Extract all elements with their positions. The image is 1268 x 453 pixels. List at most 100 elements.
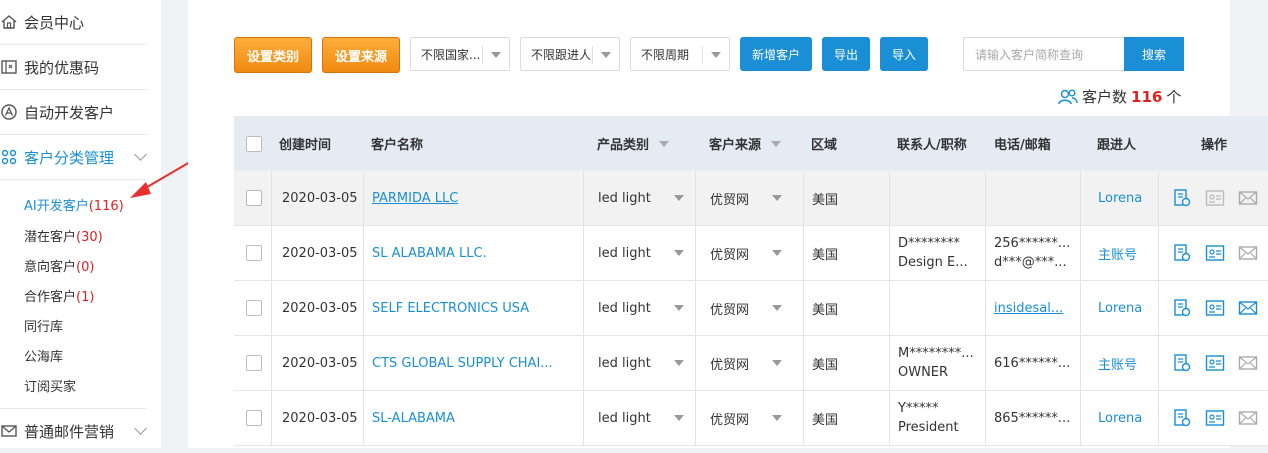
follower-select[interactable]: 不限跟进人: [520, 37, 620, 71]
customer-name-link[interactable]: SELF ELECTRONICS USA: [372, 301, 529, 316]
send-mail-icon[interactable]: [1238, 298, 1258, 318]
follower-link[interactable]: 主账号: [1098, 244, 1137, 263]
column-divider: [695, 336, 696, 390]
follow-record-icon[interactable]: [1172, 298, 1192, 318]
source-value: 优贸网: [710, 357, 750, 373]
header-source[interactable]: 客户来源: [709, 116, 782, 171]
contact-name: Y*****: [898, 401, 939, 416]
send-mail-icon[interactable]: [1238, 408, 1258, 428]
email-value[interactable]: d***@***...: [994, 253, 1067, 272]
follow-record-icon[interactable]: [1172, 243, 1192, 263]
import-button[interactable]: 导入: [880, 37, 928, 71]
main-panel: 设置类别 设置来源 不限国家... 不限跟进人 不限周期 新增客户 导出 导入 …: [188, 0, 1268, 448]
period-select-value: 不限周期: [641, 47, 690, 62]
phone-cell: 865******...: [994, 391, 1076, 445]
table-row[interactable]: 2020-03-05 PARMIDA LLC led light 优贸网 美国 Loren…: [234, 171, 1268, 226]
caret-down-icon: [772, 250, 782, 256]
source-dropdown[interactable]: 优贸网: [710, 226, 782, 280]
column-divider: [803, 226, 804, 280]
column-divider: [1080, 226, 1081, 280]
phone-value: 256******...: [994, 236, 1071, 251]
source-value: 优贸网: [710, 412, 750, 428]
row-checkbox[interactable]: [246, 171, 262, 225]
export-button[interactable]: 导出: [822, 37, 870, 71]
product-dropdown[interactable]: led light: [598, 336, 684, 390]
sub-item-peers[interactable]: 同行库: [24, 316, 63, 335]
source-dropdown[interactable]: 优贸网: [710, 171, 782, 225]
contact-card-icon[interactable]: [1205, 243, 1225, 263]
sub-item-label: 同行库: [24, 320, 64, 335]
header-product[interactable]: 产品类别: [597, 116, 670, 171]
row-checkbox[interactable]: [246, 281, 262, 335]
product-dropdown[interactable]: led light: [598, 391, 684, 445]
column-divider: [985, 281, 986, 335]
follow-record-icon[interactable]: [1172, 408, 1192, 428]
customer-name-link[interactable]: SL ALABAMA LLC.: [372, 246, 487, 261]
send-mail-icon[interactable]: [1238, 188, 1258, 208]
sidebar-item-email-marketing[interactable]: 普通邮件营销: [0, 408, 147, 453]
sub-item-subscribed-buyers[interactable]: 订阅买家: [24, 376, 76, 395]
contact-card-icon[interactable]: [1205, 188, 1225, 208]
sub-item-public-pool[interactable]: 公海库: [24, 346, 63, 365]
follower-link[interactable]: 主账号: [1098, 354, 1137, 373]
row-checkbox[interactable]: [246, 391, 262, 445]
send-mail-icon[interactable]: [1238, 243, 1258, 263]
caret-down-icon: [772, 305, 782, 311]
sidebar-item-label: 普通邮件营销: [24, 422, 115, 441]
contact-title: President: [898, 420, 959, 435]
contact-card-icon[interactable]: [1205, 408, 1225, 428]
contact-cell: M********... OWNER: [898, 336, 980, 390]
customer-name-link[interactable]: PARMIDA LLC: [372, 191, 458, 206]
period-select[interactable]: 不限周期: [630, 37, 730, 71]
search-button[interactable]: 搜索: [1124, 37, 1184, 71]
follower-link[interactable]: Lorena: [1098, 411, 1142, 426]
send-mail-icon[interactable]: [1238, 353, 1258, 373]
customer-name-link[interactable]: CTS GLOBAL SUPPLY CHAI...: [372, 356, 553, 371]
search-placeholder: 请输入客户简称查询: [975, 47, 1084, 62]
country-select[interactable]: 不限国家...: [410, 37, 510, 71]
source-dropdown[interactable]: 优贸网: [710, 391, 782, 445]
sub-item-cooperation[interactable]: 合作客户(1): [24, 286, 94, 305]
new-customer-button[interactable]: 新增客户: [740, 37, 812, 71]
product-dropdown[interactable]: led light: [598, 281, 684, 335]
sub-item-count: (1): [76, 290, 95, 305]
caret-down-icon: [772, 195, 782, 201]
follower-link[interactable]: Lorena: [1098, 301, 1142, 316]
contact-card-icon[interactable]: [1205, 353, 1225, 373]
select-all-checkbox[interactable]: [246, 116, 262, 171]
column-divider: [803, 336, 804, 390]
table-row[interactable]: 2020-03-05 SL-ALABAMA led light 优贸网 美国 Y*****…: [234, 391, 1268, 446]
set-source-button[interactable]: 设置来源: [322, 37, 400, 73]
column-divider: [1158, 171, 1159, 225]
column-divider: [695, 171, 696, 225]
row-checkbox[interactable]: [246, 336, 262, 390]
contact-cell: D******** Design E...: [898, 226, 980, 280]
follow-record-icon[interactable]: [1172, 188, 1192, 208]
row-checkbox[interactable]: [246, 226, 262, 280]
sub-item-potential[interactable]: 潜在客户(30): [24, 226, 103, 245]
sub-item-intent[interactable]: 意向客户(0): [24, 256, 94, 275]
search-input[interactable]: 请输入客户简称查询: [963, 37, 1124, 71]
email-value[interactable]: insidesal...: [994, 299, 1063, 318]
product-value: led light: [598, 245, 651, 261]
product-dropdown[interactable]: led light: [598, 226, 684, 280]
set-category-button[interactable]: 设置类别: [234, 37, 312, 73]
customer-name-link[interactable]: SL-ALABAMA: [372, 411, 455, 426]
source-dropdown[interactable]: 优贸网: [710, 281, 782, 335]
column-divider: [695, 226, 696, 280]
follower-link[interactable]: Lorena: [1098, 191, 1142, 206]
table-row[interactable]: 2020-03-05 SELF ELECTRONICS USA led light 优…: [234, 281, 1268, 336]
table-row[interactable]: 2020-03-05 CTS GLOBAL SUPPLY CHAI... led l…: [234, 336, 1268, 391]
table-row[interactable]: 2020-03-05 SL ALABAMA LLC. led light 优贸网 美国 D…: [234, 226, 1268, 281]
product-dropdown[interactable]: led light: [598, 171, 684, 225]
sort-caret-icon: [659, 140, 670, 147]
created-date: 2020-03-05: [282, 355, 358, 371]
column-divider: [1080, 171, 1081, 225]
contact-card-icon[interactable]: [1205, 298, 1225, 318]
column-divider: [583, 281, 584, 335]
source-dropdown[interactable]: 优贸网: [710, 336, 782, 390]
customer-count: 客户数 116 个: [1058, 86, 1181, 107]
header-created: 创建时间: [279, 138, 332, 153]
follow-record-icon[interactable]: [1172, 353, 1192, 373]
contact-title: OWNER: [898, 365, 949, 380]
